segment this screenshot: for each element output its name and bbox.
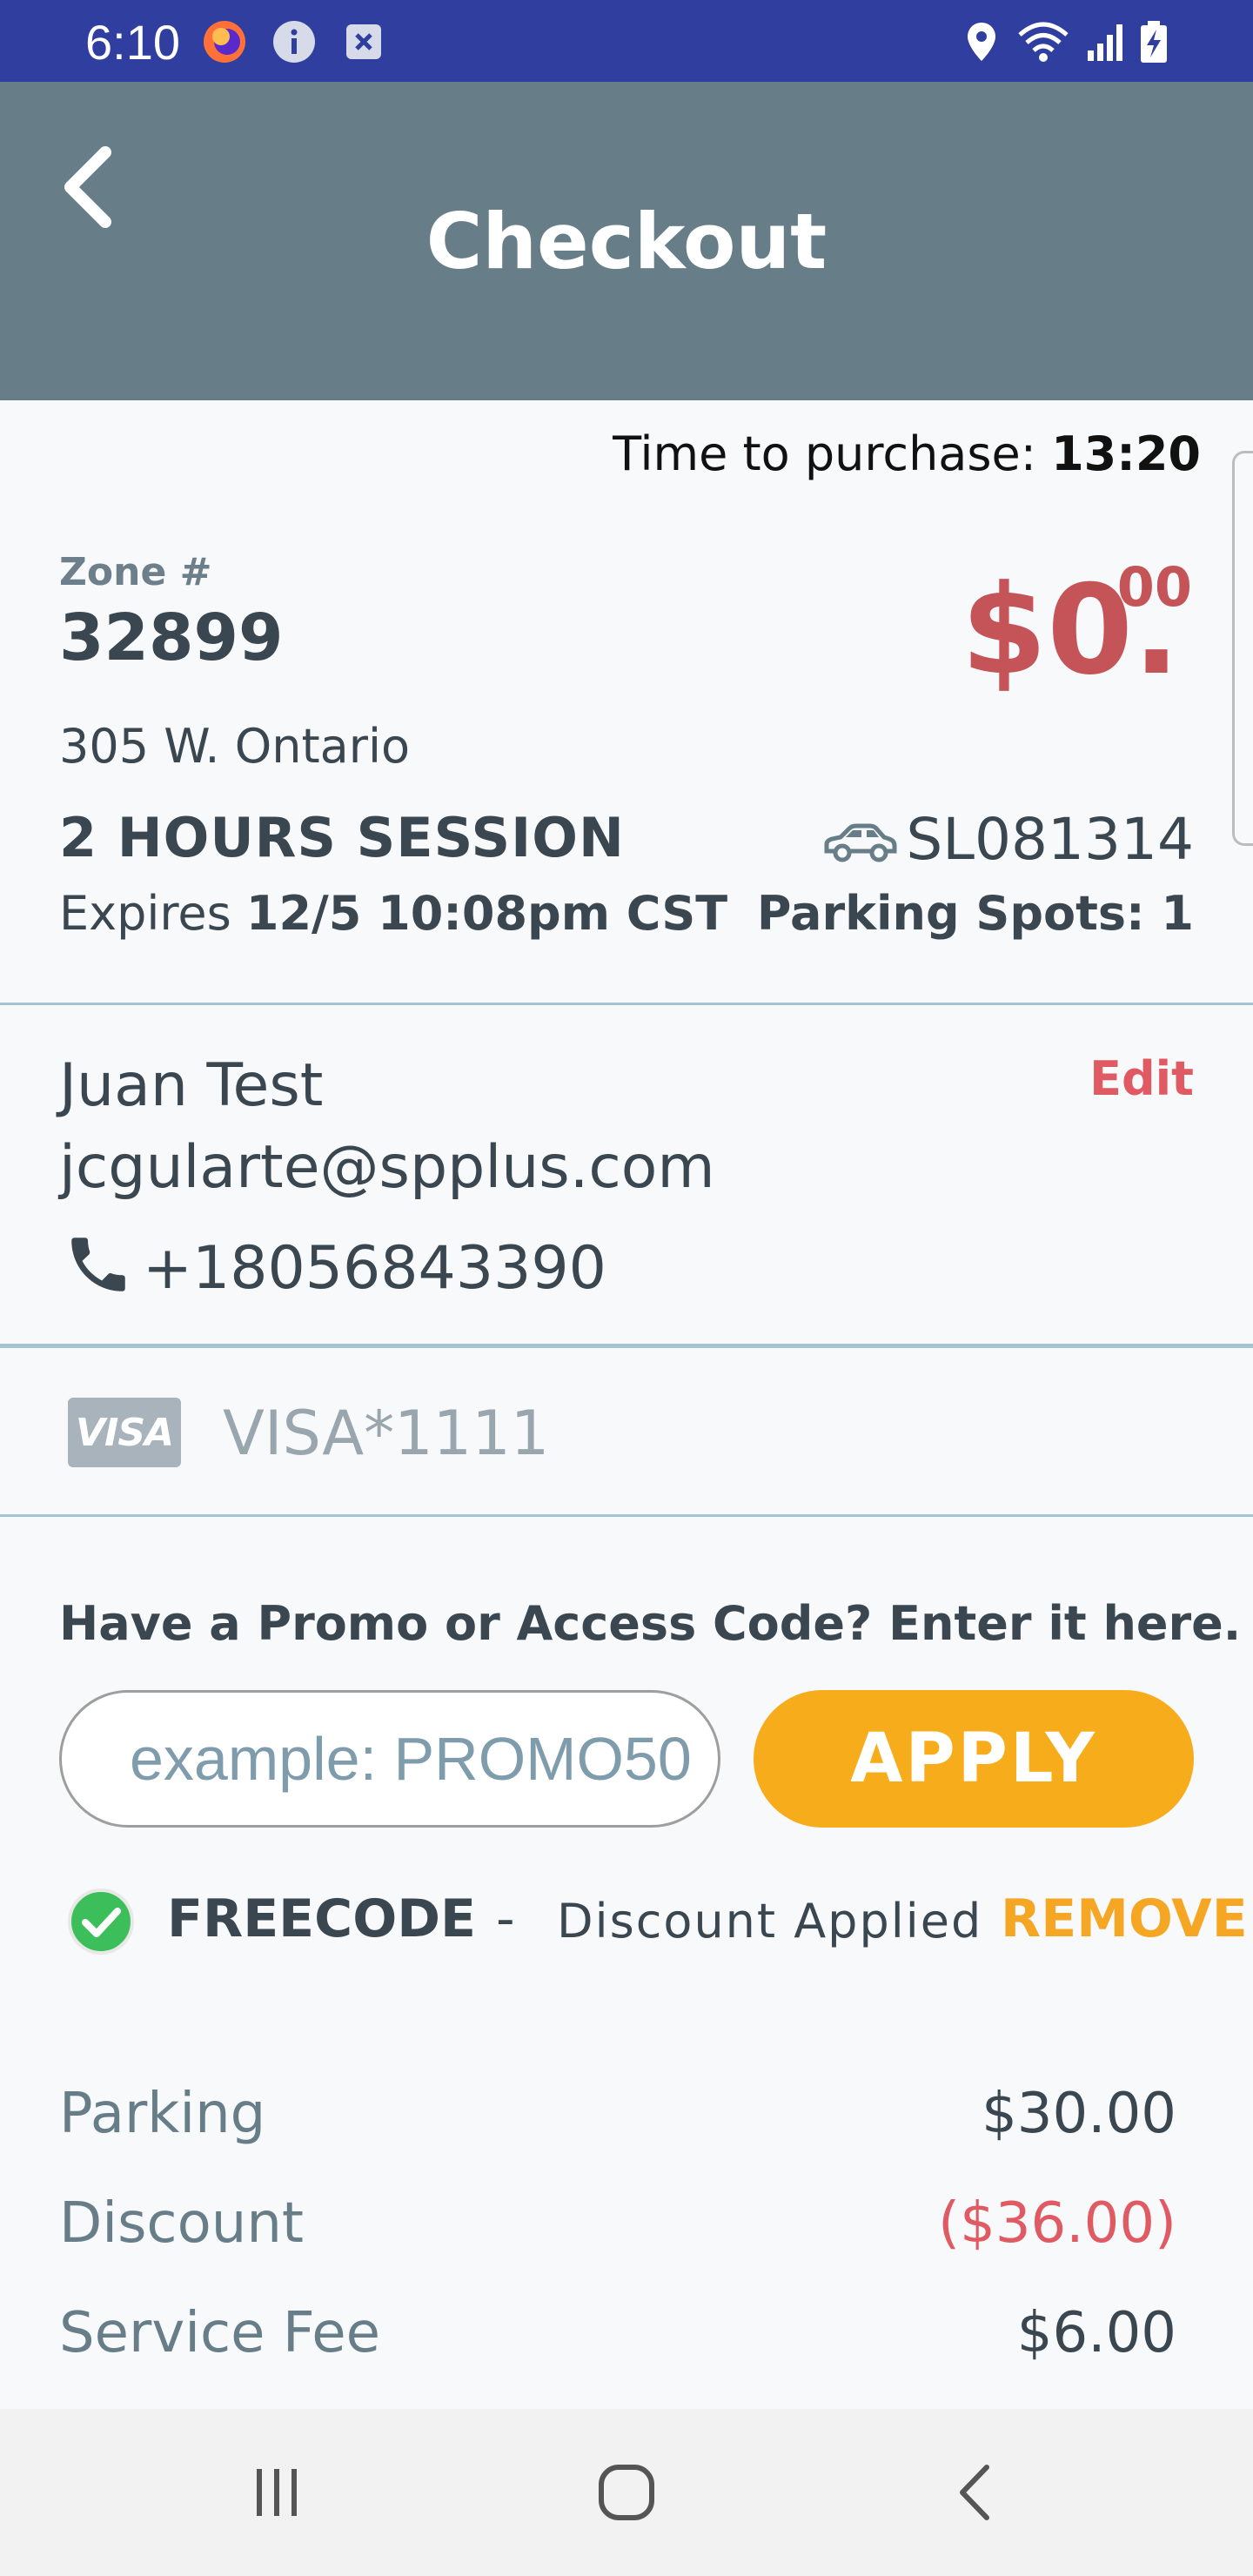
applied-code: FREECODE: [167, 1888, 476, 1949]
payment-card[interactable]: VISA*1111: [223, 1398, 549, 1469]
session-title: 2 HOURS SESSION: [59, 806, 625, 869]
firefox-icon: [204, 21, 245, 63]
back-icon: [960, 2465, 989, 2520]
zone-number: 32899: [59, 600, 284, 675]
home-button[interactable]: [539, 2409, 714, 2576]
visa-card-icon: VISA: [68, 1398, 181, 1467]
divider: [0, 1003, 1253, 1005]
divider: [0, 1344, 1253, 1348]
remove-code-button[interactable]: REMOVE: [1001, 1888, 1248, 1949]
recent-apps-button[interactable]: [190, 2409, 364, 2576]
contact-email: jcgularte@spplus.com: [59, 1133, 715, 1202]
edit-contact-button[interactable]: Edit: [1089, 1051, 1194, 1106]
nav-back-button[interactable]: [889, 2409, 1063, 2576]
phone-icon: [71, 1238, 125, 1291]
signal-icon: [1088, 24, 1122, 61]
session-expires: Expires 12/5 10:08pm CST: [59, 886, 727, 941]
timer-value: 13:20: [1051, 426, 1201, 481]
info-icon: [273, 21, 315, 63]
apply-button[interactable]: APPLY: [754, 1690, 1194, 1828]
battery-icon: [1141, 21, 1167, 63]
summary-label-parking: Parking: [59, 2082, 266, 2146]
summary-label-discount: Discount: [59, 2191, 304, 2256]
home-icon: [599, 2465, 654, 2520]
side-scroll-tab[interactable]: [1232, 451, 1253, 846]
expires-value: 12/5 10:08pm CST: [245, 886, 728, 941]
system-nav-bar: [0, 2409, 1253, 2576]
car-icon: [824, 823, 897, 862]
zone-address: 305 W. Ontario: [59, 719, 410, 774]
status-bar: 6:10: [0, 0, 1253, 82]
summary-value-discount: ($36.00): [938, 2191, 1176, 2256]
expires-label: Expires: [59, 886, 246, 941]
license-plate: SL081314: [906, 806, 1194, 873]
location-icon: [968, 23, 995, 61]
discount-status: Discount Applied: [557, 1894, 983, 1949]
code-separator: -: [496, 1888, 515, 1949]
zone-label: Zone #: [59, 550, 212, 594]
wifi-icon: [1018, 22, 1069, 62]
summary-value-service-fee: $6.00: [1016, 2301, 1176, 2365]
check-circle-icon: [68, 1888, 134, 1955]
summary-label-service-fee: Service Fee: [59, 2301, 380, 2365]
purchase-timer: Time to purchase: 13:20: [613, 426, 1201, 481]
timer-label: Time to purchase:: [613, 426, 1052, 481]
summary-value-parking: $30.00: [982, 2082, 1176, 2146]
divider: [0, 1514, 1253, 1517]
promo-code-input[interactable]: [59, 1690, 720, 1828]
parking-spots: Parking Spots: 1: [756, 886, 1194, 941]
contact-name: Juan Test: [59, 1051, 324, 1120]
contact-phone: +18056843390: [143, 1234, 606, 1303]
promo-label: Have a Promo or Access Code? Enter it he…: [59, 1596, 1242, 1651]
status-time: 6:10: [85, 15, 180, 70]
price-cents: 00: [1116, 555, 1192, 619]
page-title: Checkout: [425, 197, 828, 286]
close-box-icon: [346, 24, 381, 59]
recents-icon: [257, 2469, 297, 2516]
